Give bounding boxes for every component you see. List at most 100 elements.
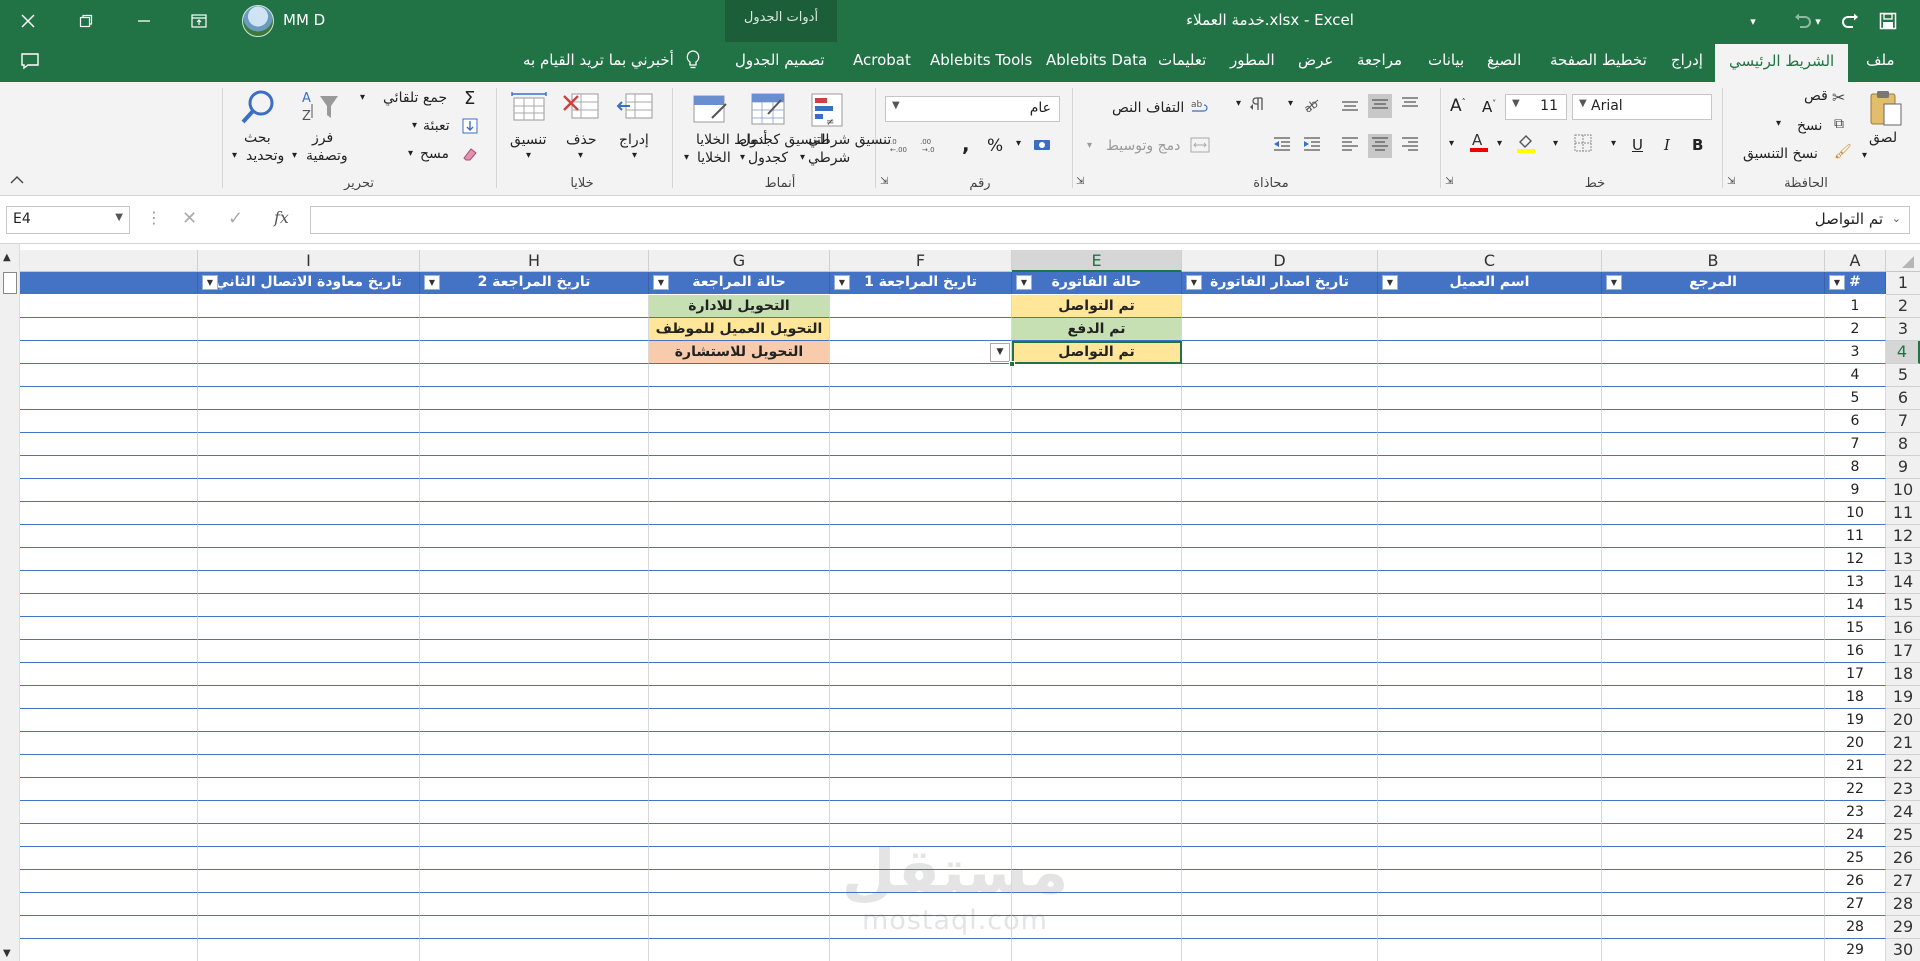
ribbon-display-icon[interactable] <box>181 6 217 36</box>
table-cell[interactable] <box>1378 778 1602 801</box>
format-cells-label[interactable]: تنسيق <box>510 132 547 148</box>
bold-button[interactable]: B <box>1692 136 1703 154</box>
table-cell[interactable] <box>20 525 198 548</box>
table-cell[interactable] <box>20 456 198 479</box>
scroll-down-icon[interactable]: ▼ <box>3 948 11 959</box>
table-cell[interactable] <box>1378 364 1602 387</box>
row-header[interactable]: 12 <box>1886 525 1920 548</box>
table-cell[interactable] <box>20 387 198 410</box>
table-cell[interactable] <box>649 640 830 663</box>
copy-icon[interactable]: ⧉ <box>1834 116 1844 132</box>
table-cell[interactable] <box>20 778 198 801</box>
table-cell[interactable] <box>1602 295 1825 318</box>
table-cell[interactable] <box>649 778 830 801</box>
active-cell[interactable]: تم التواصل <box>1012 341 1182 364</box>
table-cell[interactable] <box>420 479 649 502</box>
table-cell[interactable] <box>20 433 198 456</box>
column-header[interactable]: A <box>1825 250 1886 272</box>
minimize-icon[interactable] <box>126 6 162 36</box>
cancel-icon[interactable]: ✕ <box>182 208 197 229</box>
table-cell[interactable] <box>420 640 649 663</box>
table-cell[interactable] <box>198 502 420 525</box>
table-cell[interactable] <box>1602 686 1825 709</box>
table-cell[interactable] <box>1378 318 1602 341</box>
table-cell[interactable] <box>420 295 649 318</box>
table-cell[interactable] <box>830 686 1012 709</box>
orientation-icon[interactable]: ab <box>1302 96 1322 116</box>
table-cell[interactable] <box>1012 916 1182 939</box>
table-cell[interactable]: 19 <box>1825 709 1886 732</box>
collapse-ribbon-icon[interactable] <box>10 174 24 188</box>
format-cells-dropdown-icon[interactable]: ▾ <box>526 150 531 161</box>
table-header-d[interactable]: تاريخ اصدار الفاتورة ▼ <box>1182 272 1378 294</box>
row-header[interactable]: 4 <box>1886 341 1920 364</box>
row-header[interactable]: 18 <box>1886 663 1920 686</box>
column-header[interactable]: B <box>1602 250 1825 272</box>
table-cell[interactable]: 29 <box>1825 939 1886 961</box>
merge-center-icon[interactable] <box>1190 136 1210 158</box>
table-cell[interactable] <box>1602 387 1825 410</box>
font-color-icon[interactable]: A <box>1468 130 1490 158</box>
table-cell[interactable] <box>1182 341 1378 364</box>
table-cell[interactable]: التحويل العميل للموظف <box>649 318 830 341</box>
table-cell[interactable] <box>1012 893 1182 916</box>
comma-button[interactable]: , <box>962 132 970 156</box>
redo-icon[interactable] <box>1832 6 1868 36</box>
table-cell[interactable] <box>420 410 649 433</box>
table-header-g[interactable]: حالة المراجعة ▼ <box>649 272 830 294</box>
table-cell[interactable] <box>420 594 649 617</box>
alignment-launcher-icon[interactable]: ⇲ <box>1076 176 1084 187</box>
delete-cells-dropdown-icon[interactable]: ▾ <box>578 150 583 161</box>
table-cell[interactable] <box>20 893 198 916</box>
tab-page-layout[interactable]: تخطيط الصفحة <box>1550 51 1647 69</box>
column-header[interactable]: F <box>830 250 1012 272</box>
table-cell[interactable] <box>1602 433 1825 456</box>
table-cell[interactable] <box>198 571 420 594</box>
table-cell[interactable] <box>420 732 649 755</box>
table-cell[interactable] <box>198 594 420 617</box>
save-icon[interactable] <box>1870 6 1906 36</box>
number-launcher-icon[interactable]: ⇲ <box>880 176 888 187</box>
table-cell[interactable] <box>1602 893 1825 916</box>
merge-center-label[interactable]: دمج وتوسيط <box>1106 138 1180 154</box>
table-cell[interactable] <box>830 456 1012 479</box>
fill-color-icon[interactable] <box>1515 132 1537 158</box>
table-cell[interactable] <box>1012 847 1182 870</box>
table-cell[interactable] <box>1182 548 1378 571</box>
table-cell[interactable]: 14 <box>1825 594 1886 617</box>
merge-dropdown-icon[interactable]: ▾ <box>1087 140 1092 151</box>
align-bottom-icon[interactable] <box>1340 96 1360 116</box>
row-header[interactable]: 23 <box>1886 778 1920 801</box>
table-cell[interactable] <box>1602 824 1825 847</box>
scroll-thumb[interactable] <box>3 272 17 294</box>
row-header[interactable]: 16 <box>1886 617 1920 640</box>
table-cell[interactable] <box>1378 548 1602 571</box>
row-header[interactable]: 3 <box>1886 318 1920 341</box>
tab-acrobat[interactable]: Acrobat <box>853 51 911 69</box>
align-middle-icon[interactable] <box>1368 94 1392 118</box>
table-header-c[interactable]: اسم العميل ▼ <box>1378 272 1602 294</box>
table-cell[interactable] <box>420 709 649 732</box>
italic-button[interactable]: I <box>1664 136 1670 154</box>
table-cell[interactable] <box>1182 709 1378 732</box>
table-cell[interactable] <box>1012 755 1182 778</box>
table-cell[interactable] <box>20 732 198 755</box>
align-right-icon[interactable] <box>1400 136 1420 156</box>
table-cell[interactable] <box>1378 755 1602 778</box>
table-cell[interactable] <box>1378 502 1602 525</box>
table-cell[interactable]: 7 <box>1825 433 1886 456</box>
table-cell[interactable]: 5 <box>1825 387 1886 410</box>
table-cell[interactable] <box>649 617 830 640</box>
row-header[interactable]: 17 <box>1886 640 1920 663</box>
table-cell[interactable] <box>1012 640 1182 663</box>
column-header[interactable]: C <box>1378 250 1602 272</box>
table-cell[interactable] <box>1378 479 1602 502</box>
wrap-text-icon[interactable]: ab <box>1190 98 1210 120</box>
copy-label[interactable]: نسخ <box>1797 118 1822 134</box>
more-options-icon[interactable]: ⋮ <box>146 208 162 227</box>
conditional-dropdown-icon[interactable]: ▾ <box>800 152 805 163</box>
table-cell[interactable] <box>830 594 1012 617</box>
table-cell[interactable] <box>649 410 830 433</box>
cut-label[interactable]: قص <box>1804 88 1828 104</box>
table-cell[interactable] <box>1182 755 1378 778</box>
